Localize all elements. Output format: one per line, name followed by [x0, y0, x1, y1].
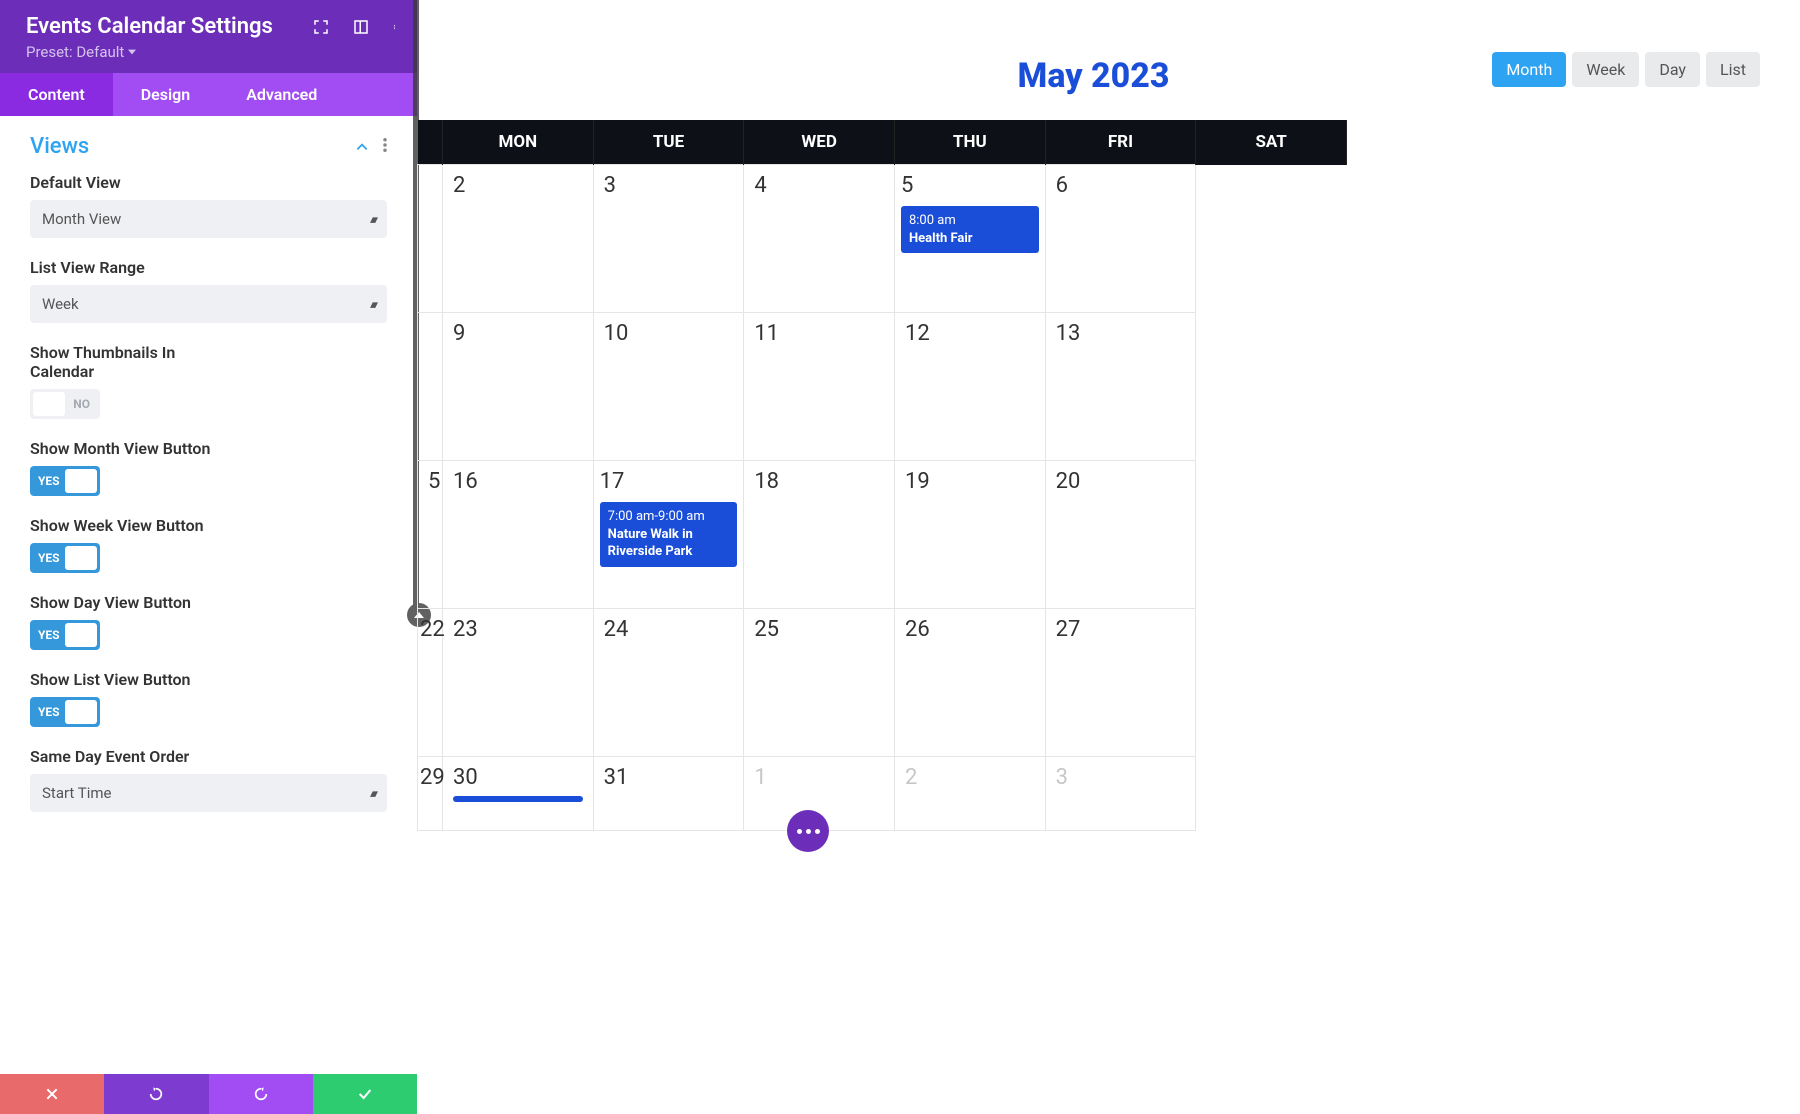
calendar-cell[interactable]: 5 8:00 am Health Fair	[894, 165, 1045, 313]
event-health-fair[interactable]: 8:00 am Health Fair	[901, 206, 1039, 253]
save-button[interactable]	[313, 1074, 417, 1114]
calendar-cell[interactable]: 31	[593, 757, 744, 831]
calendar-cell[interactable]: 11	[744, 313, 895, 461]
tab-design[interactable]: Design	[113, 73, 218, 116]
show-list-label: Show List View Button	[30, 670, 387, 689]
thumbnails-label: Show Thumbnails In Calendar	[30, 343, 210, 381]
view-switcher: Month Week Day List	[1492, 52, 1760, 87]
chevron-up-icon[interactable]	[355, 140, 369, 154]
show-week-label: Show Week View Button	[30, 516, 387, 535]
panel-header: Events Calendar Settings Preset: Default	[0, 0, 417, 73]
calendar-cell[interactable]: 5	[418, 461, 443, 609]
show-week-toggle[interactable]: YES	[30, 543, 100, 573]
calendar-cell[interactable]: 20	[1045, 461, 1196, 609]
calendar-cell[interactable]: 25	[744, 609, 895, 757]
default-view-label: Default View	[30, 173, 387, 192]
view-week-button[interactable]: Week	[1572, 52, 1639, 87]
same-day-label: Same Day Event Order	[30, 747, 387, 766]
day-header-fri: FRI	[1045, 120, 1196, 165]
calendar-cell[interactable]: 19	[894, 461, 1045, 609]
calendar-cell[interactable]: 24	[593, 609, 744, 757]
calendar-cell[interactable]: 9	[443, 313, 594, 461]
calendar-cell[interactable]: 10	[593, 313, 744, 461]
show-day-label: Show Day View Button	[30, 593, 387, 612]
calendar-cell[interactable]	[418, 313, 443, 461]
calendar-cell[interactable]: 3	[593, 165, 744, 313]
show-day-toggle[interactable]: YES	[30, 620, 100, 650]
undo-icon	[148, 1086, 164, 1102]
same-day-select[interactable]: Start Time ▴▾	[30, 774, 387, 812]
caret-down-icon	[128, 48, 136, 56]
calendar-cell[interactable]: 22	[418, 609, 443, 757]
calendar-cell[interactable]: 29	[418, 757, 443, 831]
toggle-knob	[65, 546, 97, 570]
tab-content[interactable]: Content	[0, 73, 113, 116]
day-header-wed: WED	[744, 120, 895, 165]
expand-icon[interactable]	[312, 18, 330, 36]
select-arrows-icon: ▴▾	[370, 787, 375, 800]
select-arrows-icon: ▴▾	[370, 213, 375, 226]
event-partial[interactable]	[453, 796, 583, 802]
view-month-button[interactable]: Month	[1492, 52, 1566, 87]
calendar-title: May 2023	[1018, 56, 1170, 96]
calendar-cell[interactable]: 6	[1045, 165, 1196, 313]
thumbnails-toggle[interactable]: NO	[30, 389, 100, 419]
list-range-select[interactable]: Week ▴▾	[30, 285, 387, 323]
panel-body: Views Default View Month View ▴▾ List Vi…	[0, 116, 417, 1074]
day-header-partial	[418, 120, 443, 165]
panel-footer	[0, 1074, 417, 1114]
calendar-cell[interactable]: 23	[443, 609, 594, 757]
toggle-knob	[65, 700, 97, 724]
calendar-cell[interactable]: 2	[443, 165, 594, 313]
calendar-cell[interactable]: 26	[894, 609, 1045, 757]
list-range-label: List View Range	[30, 258, 387, 277]
day-header-sat: SAT	[1196, 120, 1347, 165]
panel-title: Events Calendar Settings	[26, 14, 273, 39]
view-list-button[interactable]: List	[1706, 52, 1760, 87]
calendar-cell[interactable]: 17 7:00 am-9:00 am Nature Walk in Rivers…	[593, 461, 744, 609]
redo-icon	[253, 1086, 269, 1102]
calendar-cell[interactable]: 12	[894, 313, 1045, 461]
toggle-knob	[65, 469, 97, 493]
calendar-cell[interactable]: 13	[1045, 313, 1196, 461]
undo-button[interactable]	[104, 1074, 208, 1114]
preset-dropdown[interactable]: Preset: Default	[26, 43, 273, 61]
calendar-cell[interactable]: 16	[443, 461, 594, 609]
show-month-toggle[interactable]: YES	[30, 466, 100, 496]
more-vertical-icon[interactable]	[392, 18, 397, 36]
calendar-cell[interactable]: 2	[894, 757, 1045, 831]
calendar-cell[interactable]: 4	[744, 165, 895, 313]
redo-button[interactable]	[209, 1074, 313, 1114]
select-arrows-icon: ▴▾	[370, 298, 375, 311]
show-month-label: Show Month View Button	[30, 439, 387, 458]
view-day-button[interactable]: Day	[1645, 52, 1700, 87]
calendar-cell[interactable]: 18	[744, 461, 895, 609]
calendar-grid: MON TUE WED THU FRI SAT 2 3 4 5 8:00 am …	[417, 120, 1347, 831]
calendar-preview: May 2023 Month Week Day List MON TUE WED…	[417, 0, 1800, 1114]
toggle-knob	[33, 392, 65, 416]
module-actions-fab[interactable]	[787, 810, 829, 852]
calendar-cell[interactable]	[418, 165, 443, 313]
show-list-toggle[interactable]: YES	[30, 697, 100, 727]
calendar-cell[interactable]: 30	[443, 757, 594, 831]
day-header-tue: TUE	[593, 120, 744, 165]
default-view-select[interactable]: Month View ▴▾	[30, 200, 387, 238]
check-icon	[357, 1086, 373, 1102]
calendar-cell[interactable]: 3	[1045, 757, 1196, 831]
toggle-knob	[65, 623, 97, 647]
columns-icon[interactable]	[352, 18, 370, 36]
calendar-cell[interactable]: 27	[1045, 609, 1196, 757]
section-more-icon[interactable]	[383, 137, 387, 156]
tab-bar: Content Design Advanced	[0, 73, 417, 116]
settings-panel: Events Calendar Settings Preset: Default…	[0, 0, 417, 1114]
cancel-button[interactable]	[0, 1074, 104, 1114]
tab-advanced[interactable]: Advanced	[218, 73, 345, 116]
preset-label: Preset: Default	[26, 43, 124, 61]
day-header-thu: THU	[894, 120, 1045, 165]
section-header[interactable]: Views	[30, 134, 387, 159]
day-header-mon: MON	[443, 120, 594, 165]
event-nature-walk[interactable]: 7:00 am-9:00 am Nature Walk in Riverside…	[600, 502, 738, 567]
close-icon	[44, 1086, 60, 1102]
section-title: Views	[30, 134, 89, 159]
